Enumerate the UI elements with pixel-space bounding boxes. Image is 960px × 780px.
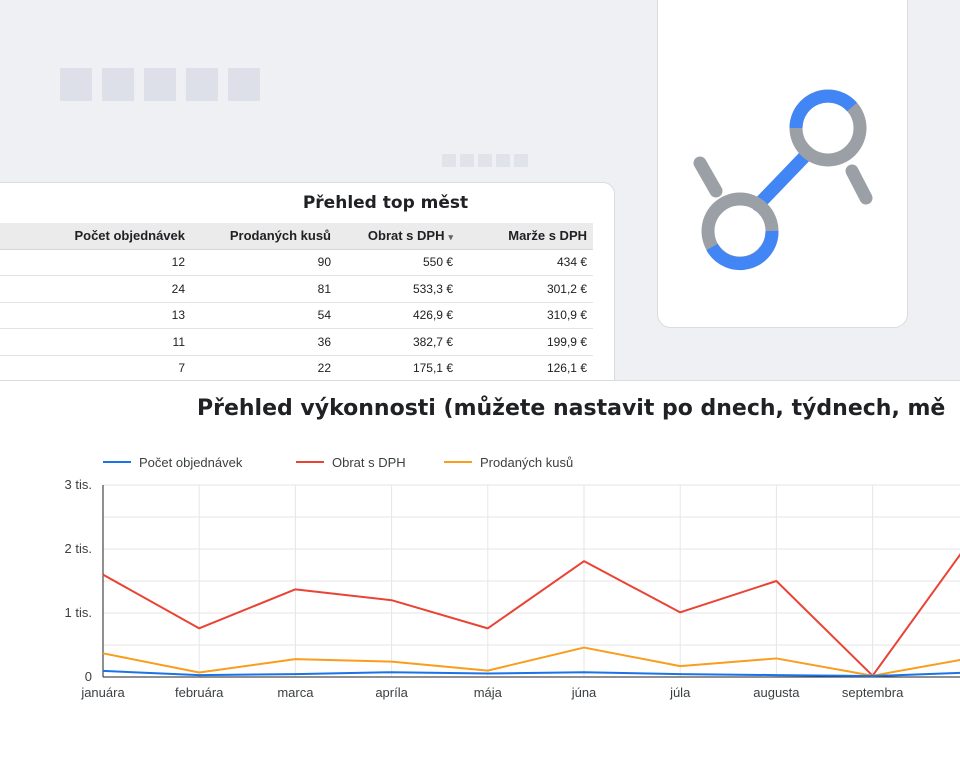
logo-card bbox=[657, 0, 908, 328]
x-tick-label: marca bbox=[277, 685, 314, 700]
y-tick-label: 3 tis. bbox=[65, 477, 92, 492]
table-cell: 550 € bbox=[337, 249, 459, 276]
table-cell: 301,2 € bbox=[459, 275, 593, 303]
placeholder-block bbox=[514, 154, 528, 167]
table-cell: 24 bbox=[0, 275, 191, 303]
table-cell: 175,1 € bbox=[337, 355, 459, 382]
table-cell: 36 bbox=[191, 328, 337, 356]
placeholder-block bbox=[60, 68, 92, 101]
top-cities-table: Počet objednávek Prodaných kusů Obrat s … bbox=[0, 223, 593, 382]
x-tick-label: augusta bbox=[753, 685, 800, 700]
table-header-row: Počet objednávek Prodaných kusů Obrat s … bbox=[0, 223, 593, 250]
placeholder-block bbox=[442, 154, 456, 167]
series-line bbox=[102, 553, 960, 677]
x-tick-label: mája bbox=[474, 685, 503, 700]
table-row[interactable]: 24 81 533,3 €301,2 € bbox=[0, 275, 593, 303]
chart-title: Přehled výkonnosti (můžete nastavit po d… bbox=[197, 396, 946, 421]
table-cell: 382,7 € bbox=[337, 328, 459, 356]
series-line bbox=[102, 646, 960, 677]
x-tick-label: júla bbox=[669, 685, 691, 700]
table-cell: 426,9 € bbox=[337, 302, 459, 329]
column-header[interactable]: Počet objednávek bbox=[0, 223, 191, 250]
legend-label: Obrat s DPH bbox=[332, 455, 406, 470]
legend-label: Počet objednávek bbox=[139, 455, 243, 470]
column-header[interactable]: Prodaných kusů bbox=[191, 223, 337, 250]
y-tick-label: 0 bbox=[85, 669, 92, 684]
sort-desc-icon: ▾ bbox=[448, 232, 453, 243]
table-row[interactable]: 12 90 550 €434 € bbox=[0, 249, 593, 276]
table-title: Přehled top měst bbox=[302, 193, 469, 213]
x-tick-label: júna bbox=[571, 685, 597, 700]
performance-line-chart: 0 1 tis. 2 tis. 3 tis. januára februára marca a… bbox=[65, 455, 960, 700]
table-cell: 54 bbox=[191, 302, 337, 329]
series-line bbox=[102, 669, 960, 678]
y-tick-label: 1 tis. bbox=[65, 605, 92, 620]
y-tick-label: 2 tis. bbox=[65, 541, 92, 556]
placeholder-block bbox=[144, 68, 176, 101]
table-row[interactable]: 13 54 426,9 €310,9 € bbox=[0, 302, 593, 329]
table-cell: 22 bbox=[191, 355, 337, 382]
legend-label: Prodaných kusů bbox=[480, 455, 573, 470]
column-header-sorted[interactable]: Obrat s DPH ▾ bbox=[337, 223, 459, 250]
table-cell: 90 bbox=[191, 249, 337, 276]
table-cell: 7 bbox=[0, 355, 191, 382]
table-row[interactable]: 7 22 175,1 €126,1 € bbox=[0, 355, 593, 382]
table-cell: 434 € bbox=[459, 249, 593, 276]
placeholder-block bbox=[460, 154, 474, 167]
column-header[interactable]: Marže s DPH bbox=[459, 223, 593, 250]
placeholder-block bbox=[186, 68, 218, 101]
looker-studio-logo-icon bbox=[693, 89, 873, 270]
x-tick-label: januára bbox=[80, 685, 125, 700]
table-cell: 11 bbox=[0, 328, 191, 356]
x-tick-label: septembra bbox=[842, 685, 904, 700]
x-tick-label: apríla bbox=[375, 685, 408, 700]
table-cell: 199,9 € bbox=[459, 328, 593, 356]
placeholder-block bbox=[496, 154, 510, 167]
placeholder-block bbox=[102, 68, 134, 101]
x-tick-label: februára bbox=[175, 685, 224, 700]
placeholder-block bbox=[478, 154, 492, 167]
table-cell: 310,9 € bbox=[459, 302, 593, 329]
placeholder-block bbox=[228, 68, 260, 101]
table-cell: 13 bbox=[0, 302, 191, 329]
table-cell: 533,3 € bbox=[337, 275, 459, 303]
table-cell: 12 bbox=[0, 249, 191, 276]
table-cell: 126,1 € bbox=[459, 355, 593, 382]
table-row[interactable]: 11 36 382,7 €199,9 € bbox=[0, 328, 593, 356]
table-cell: 81 bbox=[191, 275, 337, 303]
top-cities-card: Přehled top měst Počet objednávek Prodan… bbox=[0, 182, 615, 412]
